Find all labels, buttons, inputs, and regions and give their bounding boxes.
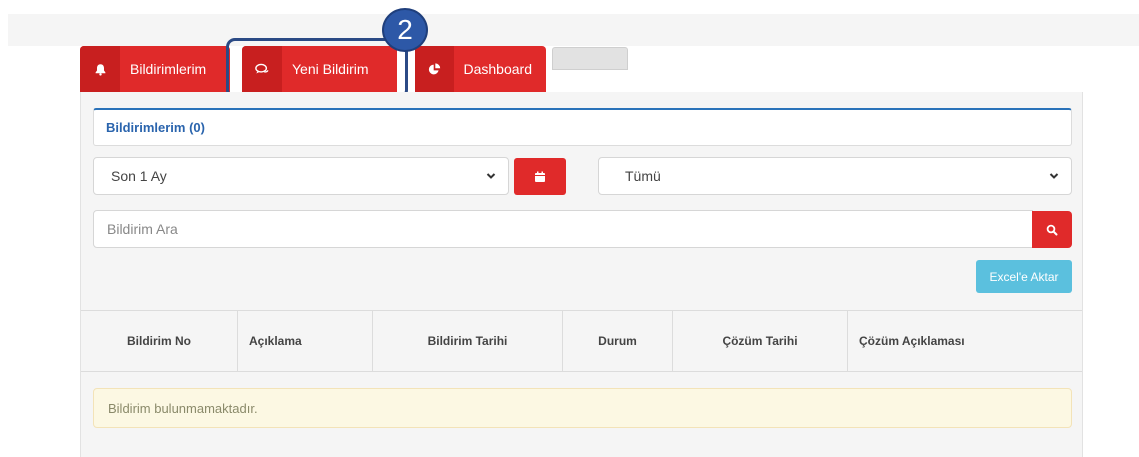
column-header[interactable]: Bildirim No — [81, 311, 238, 371]
column-header[interactable]: Çözüm Açıklaması — [848, 311, 1082, 371]
tab-label: Dashboard — [463, 61, 533, 77]
status-select-value: Tümü — [625, 168, 661, 184]
search-button[interactable] — [1032, 211, 1072, 248]
calendar-button[interactable] — [514, 158, 566, 195]
column-header[interactable]: Açıklama — [238, 311, 373, 371]
table-header: Bildirim No Açıklama Bildirim Tarihi Dur… — [81, 310, 1082, 372]
tab-dashboard[interactable]: Dashboard — [415, 46, 546, 92]
highlight-box — [226, 38, 408, 99]
tab-label: Bildirimlerim — [130, 61, 207, 77]
top-bar — [8, 14, 1139, 46]
column-header[interactable]: Çözüm Tarihi — [673, 311, 848, 371]
excel-export-button[interactable]: Excel'e Aktar — [976, 260, 1072, 293]
callout-number: 2 — [382, 8, 428, 52]
search-input[interactable] — [93, 210, 1033, 248]
empty-message: Bildirim bulunmamaktadır. — [93, 388, 1072, 428]
calendar-icon — [535, 171, 545, 182]
pie-chart-icon — [415, 46, 454, 92]
status-select[interactable]: Tümü — [598, 157, 1072, 195]
tab-bildirimlerim[interactable]: Bildirimlerim — [80, 46, 230, 92]
panel-title: Bildirimlerim (0) — [106, 120, 205, 135]
main-panel: Bildirimlerim (0) Son 1 Ay Tümü Excel'e … — [80, 92, 1083, 457]
chevron-down-icon — [1049, 173, 1059, 179]
column-header[interactable]: Bildirim Tarihi — [373, 311, 563, 371]
bell-icon — [80, 46, 120, 92]
tab-empty[interactable] — [552, 47, 628, 70]
period-select[interactable]: Son 1 Ay — [93, 157, 509, 195]
column-header[interactable]: Durum — [563, 311, 673, 371]
chevron-down-icon — [486, 173, 496, 179]
period-select-value: Son 1 Ay — [111, 168, 167, 184]
search-icon — [1046, 224, 1058, 235]
panel-header: Bildirimlerim (0) — [93, 108, 1072, 146]
